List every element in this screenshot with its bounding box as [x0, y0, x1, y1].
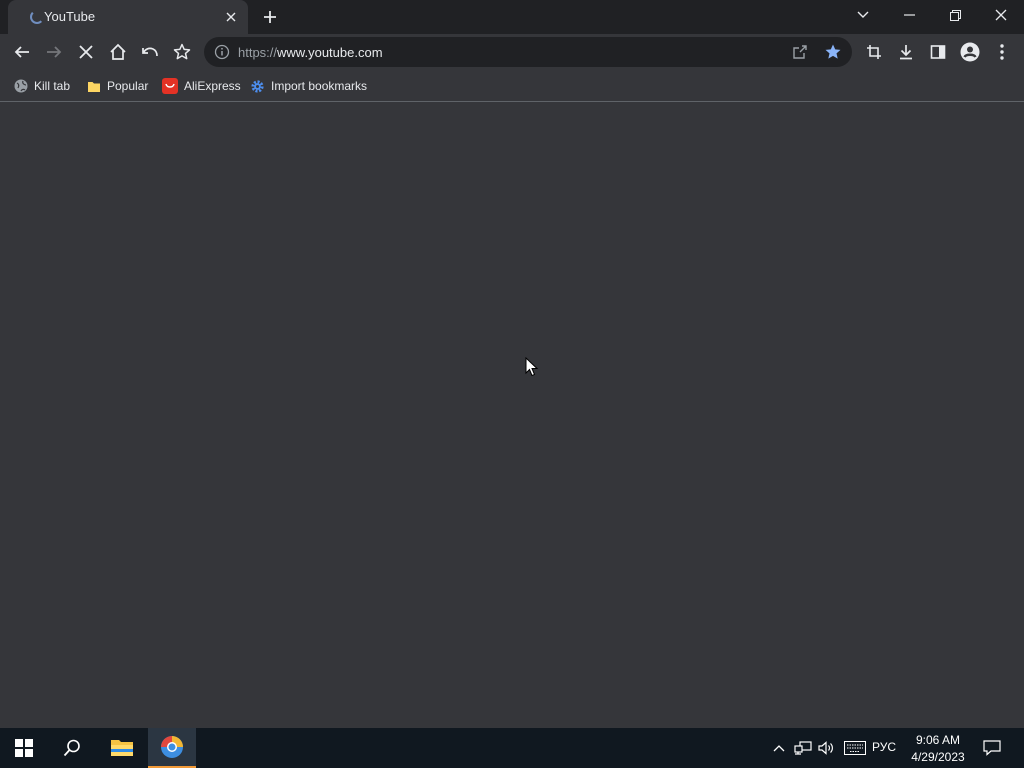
browser-toolbar: https://www.youtube.com: [0, 34, 1024, 70]
stop-loading-button[interactable]: [70, 36, 102, 68]
tab-search-chevron-icon[interactable]: [840, 0, 886, 30]
site-info-icon[interactable]: [214, 44, 230, 65]
mouse-cursor-icon: [525, 357, 539, 377]
undo-close-button[interactable]: [134, 36, 166, 68]
close-window-button[interactable]: [978, 0, 1024, 30]
url-scheme: https://: [238, 45, 278, 60]
profile-avatar-icon[interactable]: [954, 36, 986, 68]
bookmark-aliexpress[interactable]: AliExpress: [162, 76, 241, 96]
browser-taskbar-button[interactable]: [148, 728, 196, 768]
bookmark-popular[interactable]: Popular: [87, 76, 148, 96]
network-icon[interactable]: [792, 728, 814, 768]
bookmark-kill-tab[interactable]: Kill tab: [14, 76, 70, 96]
tab-strip: YouTube: [0, 0, 1024, 34]
aliexpress-icon: [162, 78, 178, 94]
tab-youtube[interactable]: YouTube: [8, 0, 248, 34]
bookmark-label: Popular: [107, 79, 149, 93]
url-text: https://www.youtube.com: [238, 45, 383, 60]
bookmark-star-button[interactable]: [166, 36, 198, 68]
start-button[interactable]: [0, 728, 48, 768]
restore-button[interactable]: [932, 0, 978, 30]
clock-date: 4/29/2023: [911, 750, 965, 764]
screenshot-crop-icon[interactable]: [858, 36, 890, 68]
bookmark-label: Import bookmarks: [271, 79, 368, 93]
volume-icon[interactable]: [816, 728, 836, 768]
bookmark-import-bookmarks[interactable]: Import bookmarks: [250, 76, 367, 96]
folder-icon: [88, 82, 100, 92]
bookmark-label: Kill tab: [34, 79, 71, 93]
minimize-button[interactable]: [886, 0, 932, 30]
bookmark-label: AliExpress: [184, 79, 241, 93]
gear-icon: [251, 79, 264, 93]
notifications-icon[interactable]: [980, 728, 1004, 768]
forward-button[interactable]: [38, 36, 70, 68]
windows-taskbar: РУС 9:06 AM 4/29/2023: [0, 728, 1024, 768]
share-icon[interactable]: [792, 44, 808, 65]
download-icon[interactable]: [890, 36, 922, 68]
touch-keyboard-icon[interactable]: [842, 728, 868, 768]
page-viewport[interactable]: [0, 103, 1024, 728]
file-explorer-button[interactable]: [98, 728, 146, 768]
input-language[interactable]: РУС: [872, 740, 896, 754]
search-icon: [63, 739, 80, 757]
loading-spinner-icon: [30, 10, 44, 24]
bookmarks-bar: Kill tab Popular AliExpress Import bookm…: [0, 70, 1024, 102]
back-button[interactable]: [6, 36, 38, 68]
menu-kebab-icon[interactable]: [986, 36, 1018, 68]
folder-icon: [111, 740, 133, 756]
address-bar[interactable]: https://www.youtube.com: [204, 37, 852, 67]
clock-time: 9:06 AM: [915, 733, 961, 747]
bookmarked-star-icon[interactable]: [824, 43, 842, 66]
new-tab-button[interactable]: [258, 5, 282, 29]
tab-close-icon[interactable]: [222, 8, 240, 26]
tray-overflow-chevron-icon[interactable]: [770, 728, 788, 768]
tab-title: YouTube: [44, 9, 96, 24]
home-button[interactable]: [102, 36, 134, 68]
search-button[interactable]: [48, 728, 96, 768]
side-panel-icon[interactable]: [922, 36, 954, 68]
system-clock[interactable]: 9:06 AM 4/29/2023: [906, 732, 970, 766]
globe-icon: [14, 79, 28, 93]
url-host: www.youtube.com: [277, 45, 383, 60]
browser-icon: [161, 736, 183, 758]
windows-logo-icon: [15, 739, 33, 757]
